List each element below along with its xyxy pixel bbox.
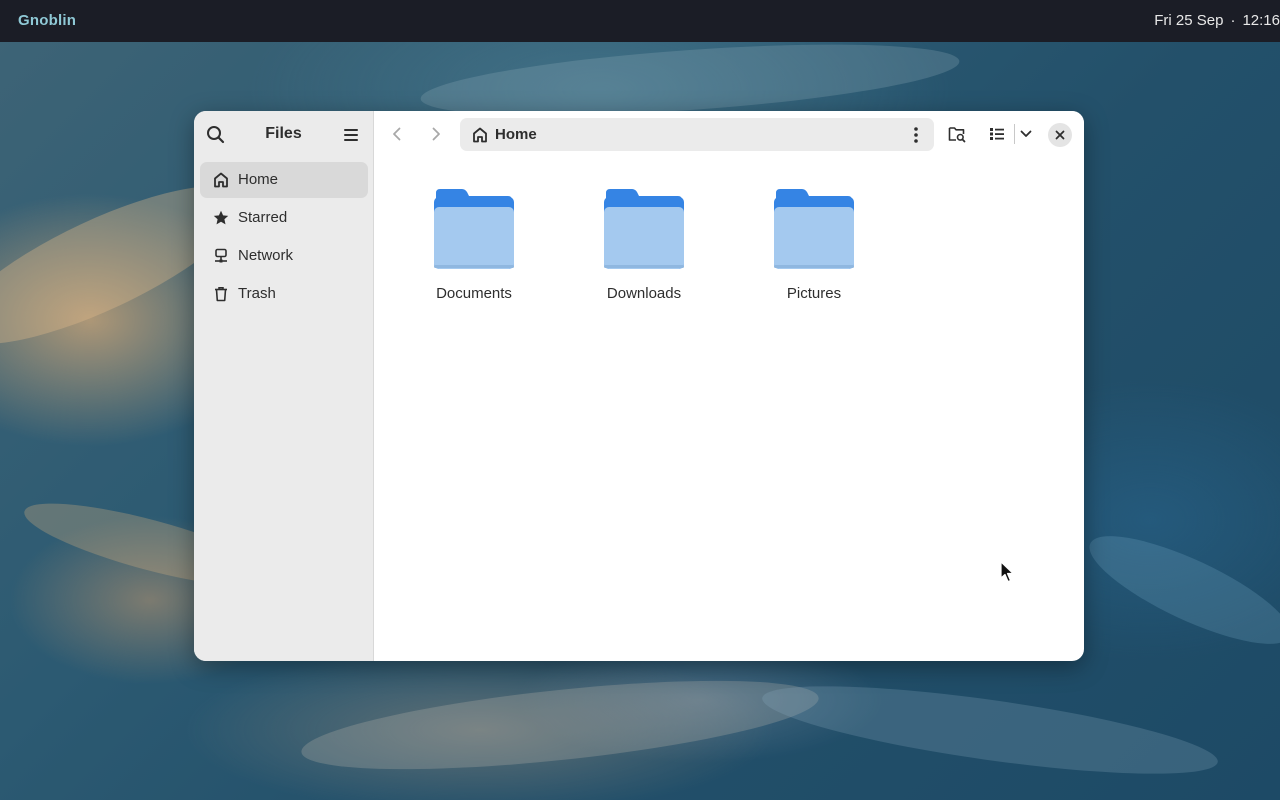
activities-button[interactable]: Gnoblin: [18, 12, 76, 29]
folder-icon: [604, 189, 684, 269]
sidebar-item-label: Trash: [238, 285, 276, 302]
sidebar-item-network[interactable]: Network: [200, 238, 368, 274]
clock[interactable]: Fri 25 Sep · 12:16: [1154, 12, 1280, 29]
clock-time: 12:16: [1242, 12, 1280, 29]
back-button[interactable]: [382, 119, 412, 149]
sidebar-header: Files: [194, 111, 373, 157]
current-location-label: Home: [495, 126, 537, 143]
folder-icon: [434, 189, 514, 269]
network-icon: [215, 248, 227, 263]
folder-item-documents[interactable]: Documents: [404, 187, 544, 307]
home-icon: [214, 172, 228, 188]
folder-item-pictures[interactable]: Pictures: [744, 187, 884, 307]
list-view-icon: [990, 128, 1004, 140]
forward-button[interactable]: [421, 119, 451, 149]
file-name: Pictures: [786, 285, 842, 302]
sidebar-item-label: Home: [238, 171, 279, 188]
folder-search-icon: [948, 127, 966, 143]
files-window: Files Home Starred Network Trash Home Do…: [194, 111, 1084, 661]
file-name: Downloads: [606, 285, 682, 302]
header-bar: Home: [374, 111, 1084, 157]
path-bar[interactable]: Home: [460, 118, 934, 151]
sidebar-item-home[interactable]: Home: [200, 162, 368, 198]
home-icon: [473, 127, 487, 143]
main-menu-button[interactable]: [339, 123, 363, 147]
trash-icon: [215, 287, 227, 302]
sidebar-item-trash[interactable]: Trash: [200, 276, 368, 312]
clock-date: Fri 25 Sep: [1154, 12, 1224, 29]
search-in-folder-button[interactable]: [942, 119, 972, 149]
mouse-pointer-icon: [1000, 561, 1014, 583]
more-options-icon[interactable]: [908, 126, 924, 144]
folder-icon: [774, 189, 854, 269]
chevron-left-icon: [393, 127, 401, 141]
places-list: Home Starred Network Trash: [200, 162, 368, 314]
sidebar-item-starred[interactable]: Starred: [200, 200, 368, 236]
close-icon: [1055, 130, 1065, 140]
chevron-down-icon: [1020, 130, 1032, 137]
hamburger-menu-icon: [344, 129, 358, 141]
clock-separator: ·: [1230, 12, 1236, 29]
star-icon: [213, 210, 229, 225]
chevron-right-icon: [432, 127, 440, 141]
top-bar: Gnoblin Fri 25 Sep · 12:16: [0, 0, 1280, 42]
view-options-dropdown[interactable]: [1011, 119, 1041, 149]
file-name: Documents: [436, 285, 512, 302]
sidebar-item-label: Starred: [238, 209, 288, 226]
folder-item-downloads[interactable]: Downloads: [574, 187, 714, 307]
close-button[interactable]: [1048, 123, 1072, 147]
file-grid: Documents Downloads Pictures: [374, 157, 1084, 661]
sidebar: Files Home Starred Network Trash: [194, 111, 374, 661]
sidebar-item-label: Network: [238, 247, 294, 264]
view-list-button[interactable]: [982, 119, 1012, 149]
